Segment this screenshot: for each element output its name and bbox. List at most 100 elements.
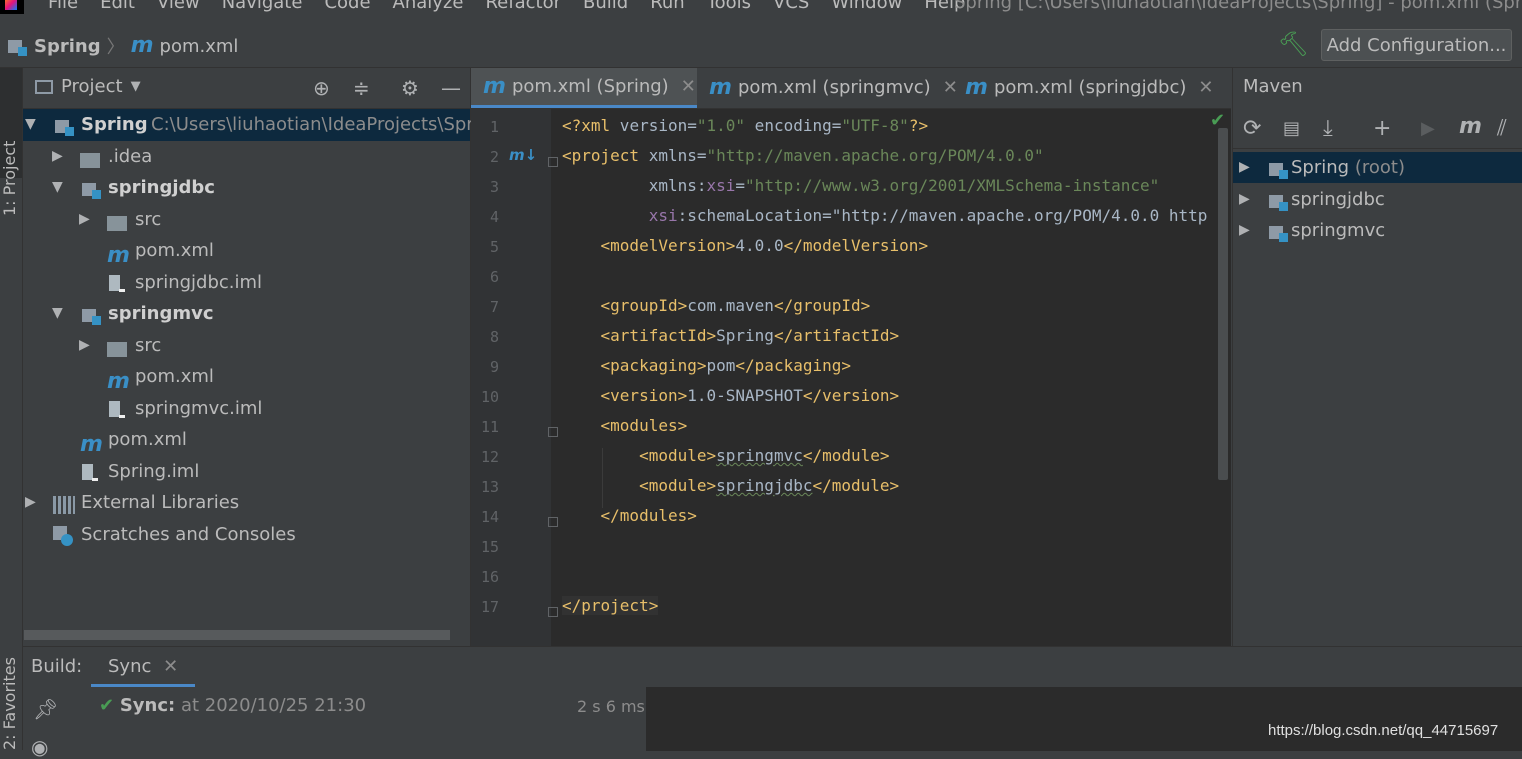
breadcrumb-file[interactable]: pom.xml [160, 36, 239, 57]
menu-item-vcs[interactable]: VCS [773, 0, 809, 13]
sync-status-row[interactable]: ✔ Sync: at 2020/10/25 21:30 [99, 695, 366, 716]
menu-item-window[interactable]: Window [831, 0, 902, 13]
menu-item-view[interactable]: View [157, 0, 200, 13]
module-icon [80, 179, 102, 199]
maven-project-item[interactable]: ▶ Spring (root) [1233, 152, 1522, 183]
pin-icon[interactable]: 📌︎ [33, 697, 58, 721]
success-check-icon: ✔ [99, 695, 115, 716]
close-icon[interactable]: ✕ [1198, 68, 1213, 108]
line-number: 1 [489, 118, 499, 136]
menu-item-refactor[interactable]: Refactor [485, 0, 561, 13]
fold-marker-icon[interactable] [548, 607, 558, 617]
tree-item-label: src [135, 208, 162, 230]
editor-tab[interactable]: m pom.xml (springmvc) ✕ [697, 68, 965, 108]
tree-item[interactable]: Spring.iml [23, 456, 470, 488]
expand-arrow-right-icon[interactable]: ▶ [25, 487, 36, 518]
tree-item[interactable]: ▶ .idea [23, 141, 470, 173]
tree-item[interactable]: ▼ Spring C:\Users\liuhaotian\IdeaProjects\… [23, 109, 502, 141]
editor-tab[interactable]: m pom.xml (Spring) ✕ [471, 68, 697, 108]
expand-arrow-right-icon[interactable]: ▶ [1239, 184, 1250, 215]
menu-item-edit[interactable]: Edit [100, 0, 135, 13]
fold-marker-icon[interactable] [548, 157, 558, 167]
project-panel-header: Project ▼ ⊕ ≑ ⚙ — [23, 68, 470, 109]
hide-panel-icon[interactable]: — [441, 76, 461, 100]
project-tool-button[interactable]: 1: Project [0, 68, 22, 216]
menu-item-run[interactable]: Run [650, 0, 685, 13]
menu-item-file[interactable]: File [48, 0, 78, 13]
tab-sync[interactable]: Sync ✕ [91, 647, 196, 687]
project-tool-label: 1: Project [0, 140, 19, 216]
maven-panel-title: Maven [1243, 76, 1303, 97]
fold-marker-icon[interactable] [548, 517, 558, 527]
project-view-selector[interactable]: Project ▼ [35, 76, 141, 97]
build-hammer-icon[interactable]: 🔨︎ [1278, 30, 1308, 58]
project-window-icon [35, 79, 53, 94]
run-icon[interactable]: ▶ [1421, 118, 1435, 139]
maven-file-icon: m [107, 243, 130, 268]
favorites-tool-button[interactable]: 2: Favorites [0, 646, 22, 750]
maven-project-item[interactable]: ▶ springmvc [1233, 215, 1522, 246]
maven-file-icon: m [709, 75, 732, 100]
close-icon[interactable]: ✕ [681, 67, 696, 107]
menu-item-tools[interactable]: Tools [707, 0, 751, 13]
project-horizontal-scrollbar[interactable] [24, 630, 450, 640]
execute-goal-icon[interactable]: m [1459, 116, 1482, 138]
expand-arrow-down-icon[interactable]: ▼ [25, 109, 36, 140]
eye-icon[interactable]: ◉ [31, 735, 48, 759]
tree-item[interactable]: ▶ src [23, 204, 470, 236]
expand-arrow-down-icon[interactable]: ▼ [52, 172, 63, 203]
add-icon[interactable]: + [1373, 116, 1391, 141]
menu-item-build[interactable]: Build [583, 0, 628, 13]
menu-item-code[interactable]: Code [324, 0, 370, 13]
download-icon[interactable]: ⤓ [1323, 116, 1333, 141]
toggle-offline-icon[interactable]: ⫽ [1497, 116, 1507, 141]
menu-item-navigate[interactable]: Navigate [222, 0, 303, 13]
code-area[interactable]: <?xml version="1.0" encoding="UTF-8"?> <p… [562, 109, 1222, 646]
line-number: 16 [480, 568, 499, 586]
tree-item[interactable]: ▼ springmvc [23, 298, 470, 330]
build-output[interactable] [646, 687, 1522, 751]
editor-tab[interactable]: m pom.xml (springjdbc) ✕ [953, 68, 1227, 108]
maven-module-gutter-icon[interactable]: m↓ [509, 146, 537, 164]
tree-item[interactable]: ▶ External Libraries [23, 487, 470, 519]
expand-arrow-right-icon[interactable]: ▶ [52, 141, 63, 172]
tree-item[interactable]: springjdbc.iml [23, 267, 470, 299]
fold-marker-icon[interactable] [548, 427, 558, 437]
build-label: Build: [31, 656, 83, 677]
expand-arrow-right-icon[interactable]: ▶ [1239, 215, 1250, 246]
tree-item-label: pom.xml [135, 366, 214, 387]
collapse-all-icon[interactable]: ≑ [353, 76, 370, 100]
generate-sources-icon[interactable]: ▤ [1283, 118, 1300, 139]
breadcrumb: Spring 〉 m pom.xml [6, 33, 238, 59]
expand-arrow-right-icon[interactable]: ▶ [79, 204, 90, 235]
reload-icon[interactable]: ⟳ [1243, 116, 1261, 141]
tree-item[interactable]: ▼ springjdbc [23, 172, 470, 204]
expand-arrow-right-icon[interactable]: ▶ [79, 330, 90, 361]
menu-items: File Edit View Navigate Code Analyze Refactor B… [48, 0, 965, 13]
tree-item[interactable]: Scratches and Consoles [23, 519, 470, 551]
maven-project-label: Spring [1291, 157, 1350, 178]
tree-item[interactable]: m pom.xml [23, 361, 470, 393]
expand-arrow-down-icon[interactable]: ▼ [52, 298, 63, 329]
gear-icon[interactable]: ⚙ [401, 76, 419, 100]
code-line: xsi:schemaLocation="http://maven.apache.… [648, 206, 1208, 225]
editor-tab-label: pom.xml (Spring) [511, 75, 669, 97]
editor-gutter: 1 2 3 4 5 6 7 8 9 10 11 12 13 14 15 16 17 m↓ [471, 109, 558, 646]
add-configuration-button[interactable]: Add Configuration... [1321, 29, 1512, 61]
breadcrumb-project[interactable]: Spring [34, 36, 101, 57]
close-icon[interactable]: ✕ [163, 656, 178, 677]
tree-item[interactable]: m pom.xml [23, 424, 470, 456]
tree-item-label: springmvc [108, 303, 214, 324]
locate-target-icon[interactable]: ⊕ [313, 76, 330, 100]
menu-bar: File Edit View Navigate Code Analyze Refactor B… [0, 0, 1522, 22]
favorites-tool-label: 2: Favorites [0, 657, 19, 750]
tree-item[interactable]: springmvc.iml [23, 393, 470, 425]
menu-item-analyze[interactable]: Analyze [393, 0, 464, 13]
editor-vertical-scrollbar[interactable] [1218, 128, 1228, 480]
tree-item[interactable]: ▶ src [23, 330, 470, 362]
expand-arrow-right-icon[interactable]: ▶ [1239, 152, 1250, 183]
tree-item[interactable]: m pom.xml [23, 235, 470, 267]
maven-project-item[interactable]: ▶ springjdbc [1233, 184, 1522, 215]
line-number: 4 [489, 208, 499, 226]
sync-status-label: Sync: [119, 695, 176, 716]
